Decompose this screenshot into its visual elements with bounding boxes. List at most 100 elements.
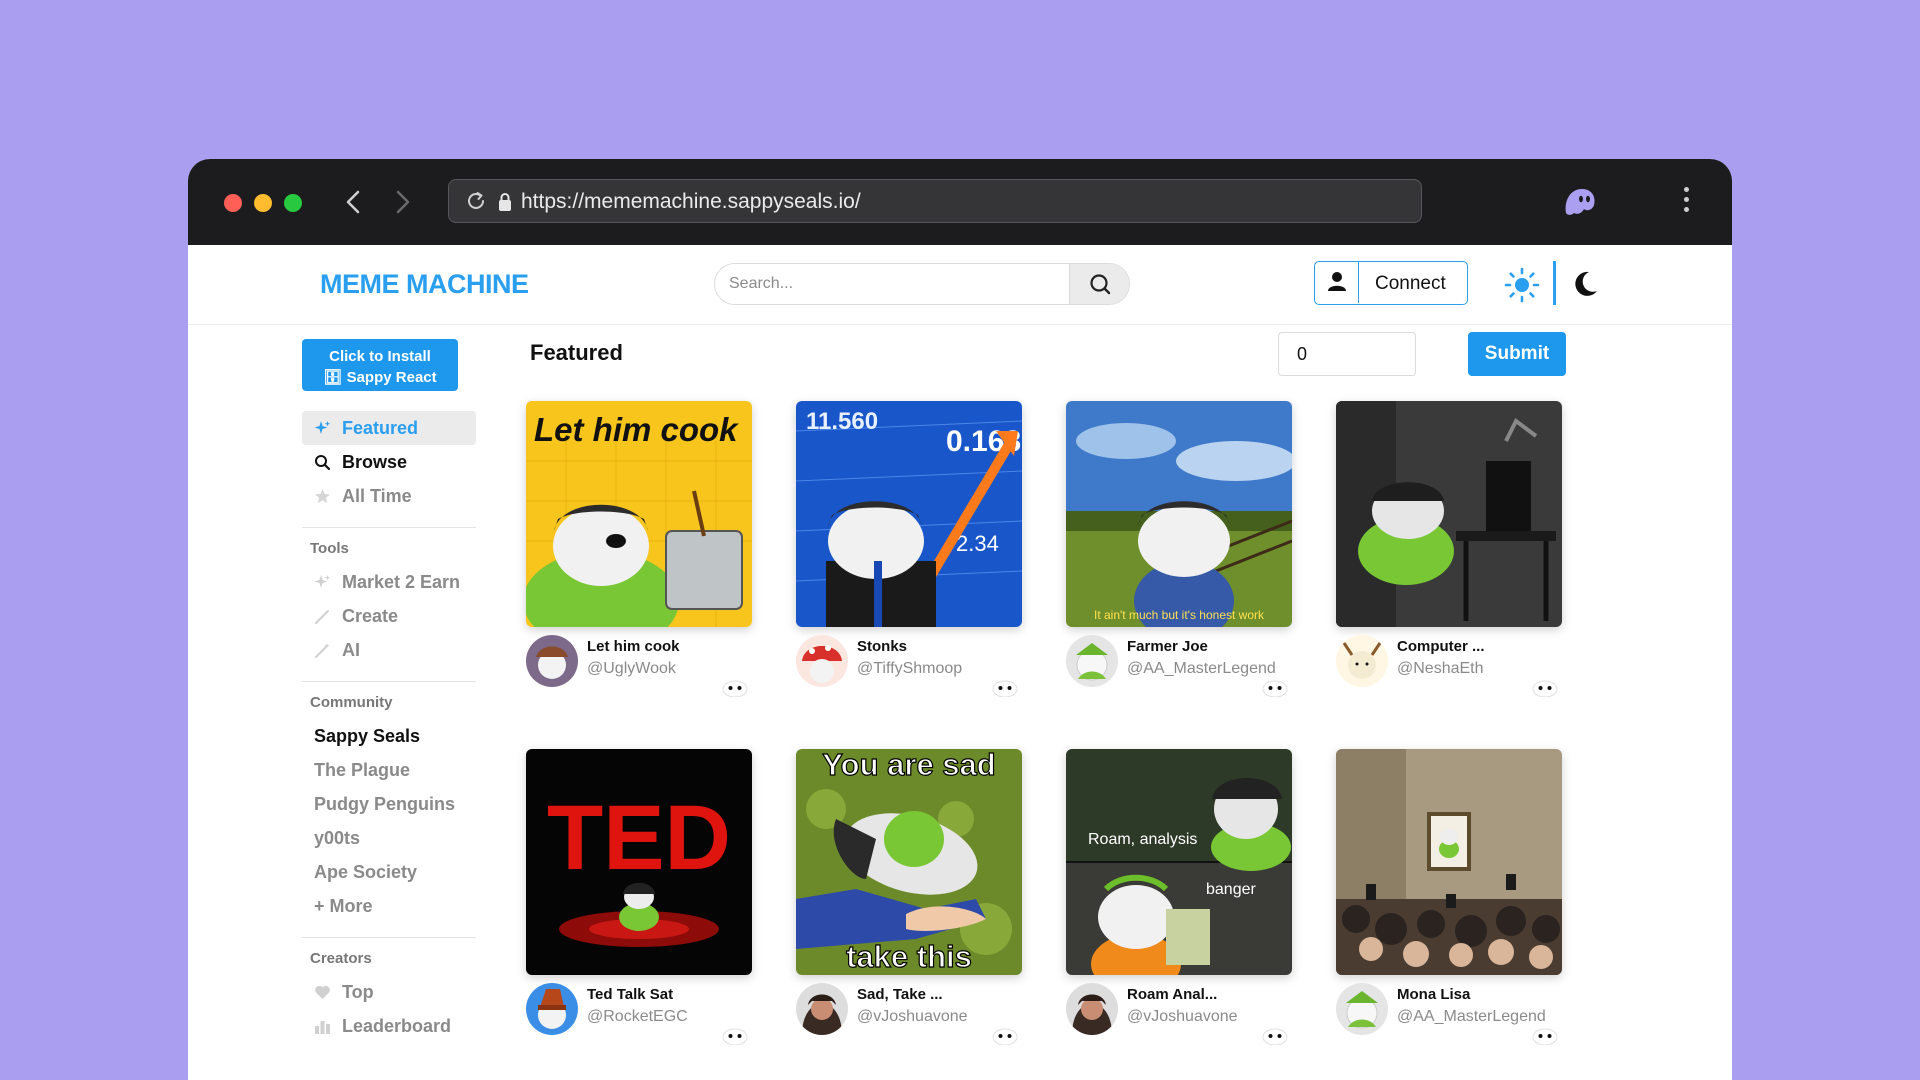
maximize-window-button[interactable] [284,194,302,212]
meme-card[interactable]: It ain't much but it's honest work Farme… [1066,401,1292,701]
community-y00ts[interactable]: y00ts [302,821,476,855]
seal-react-icon[interactable] [1262,1027,1288,1045]
nav-ai[interactable]: AI [302,633,476,667]
meme-thumbnail[interactable]: Roam, analysis banger [1066,749,1292,975]
sparkle-icon [314,575,331,588]
card-title[interactable]: Ted Talk Sat [587,986,673,1003]
search-input[interactable] [715,264,1069,304]
seal-react-icon[interactable] [992,1027,1018,1045]
lock-icon [499,193,511,211]
meme-caption-bottom: take this [846,939,972,974]
nav-browse-label: Browse [342,452,408,472]
sparkle-icon [314,421,331,434]
meme-thumbnail[interactable]: TED [526,749,752,975]
avatar[interactable] [796,635,848,687]
nav-featured[interactable]: Featured [302,411,476,445]
card-handle[interactable]: @AA_MasterLegend [1127,660,1276,678]
avatar[interactable] [1066,983,1118,1035]
community-pudgy-penguins[interactable]: Pudgy Penguins [302,787,476,821]
star-icon [315,489,330,504]
meme-caption: 11.560 [806,408,878,435]
seal-react-icon[interactable] [1262,679,1288,697]
community-the-plague[interactable]: The Plague [302,753,476,787]
avatar[interactable] [526,983,578,1035]
meme-thumbnail[interactable]: You are sad take this [796,749,1022,975]
nav-browse[interactable]: Browse [302,445,476,479]
install-line-1: Click to Install [329,348,431,365]
minimize-window-button[interactable] [254,194,272,212]
browser-window: https://mememachine.sappyseals.io/ MEME … [188,159,1732,1080]
avatar[interactable] [796,983,848,1035]
connect-button[interactable]: Connect [1314,261,1468,305]
card-title[interactable]: Roam Anal... [1127,986,1217,1003]
avatar[interactable] [1336,983,1388,1035]
nav-market-2-earn-label: Market 2 Earn [342,572,461,592]
meme-thumbnail[interactable]: It ain't much but it's honest work [1066,401,1292,627]
back-arrow-icon[interactable] [338,186,370,218]
avatar[interactable] [526,635,578,687]
card-handle[interactable]: @vJoshuavone [1127,1008,1238,1026]
bar-chart-icon [315,1021,330,1034]
light-mode-sun-icon[interactable] [1504,267,1540,303]
card-title[interactable]: Farmer Joe [1127,638,1208,655]
nav-all-time[interactable]: All Time [302,479,476,513]
card-title[interactable]: Let him cook [587,638,680,655]
close-window-button[interactable] [224,194,242,212]
nav-create[interactable]: Create [302,599,476,633]
meme-card[interactable]: Roam, analysis banger Roam Anal... @vJos… [1066,749,1292,1049]
address-bar[interactable]: https://mememachine.sappyseals.io/ [448,179,1422,223]
reload-icon[interactable] [463,188,489,214]
seal-react-icon[interactable] [722,679,748,697]
card-handle[interactable]: @AA_MasterLegend [1397,1008,1546,1026]
card-handle[interactable]: @UglyWook [587,660,676,678]
page-title: Featured [530,340,623,365]
meme-thumbnail[interactable]: 11.560 0.168 2.34 [796,401,1022,627]
theme-divider [1553,261,1556,305]
card-handle[interactable]: @vJoshuavone [857,1008,968,1026]
seal-react-icon[interactable] [722,1027,748,1045]
divider [302,937,476,938]
card-handle[interactable]: @RocketEGC [587,1008,688,1026]
seal-react-icon[interactable] [1532,1027,1558,1045]
card-title[interactable]: Computer ... [1397,638,1485,655]
community-more[interactable]: + More [302,889,476,923]
meme-card[interactable]: TED Ted Talk Sat @RocketEGC [526,749,752,1049]
seal-react-icon[interactable] [992,679,1018,697]
meme-card[interactable]: Let him cook Let him cook @UglyWook [526,401,752,701]
heart-icon [315,985,330,999]
meme-caption-2: banger [1206,881,1256,898]
card-title[interactable]: Mona Lisa [1397,986,1470,1003]
community-ape-society[interactable]: Ape Society [302,855,476,889]
card-handle[interactable]: @TiffyShmoop [857,660,962,678]
card-title[interactable]: Stonks [857,638,907,655]
avatar[interactable] [1066,635,1118,687]
meme-card[interactable]: Mona Lisa @AA_MasterLegend [1336,749,1562,1049]
nav-top[interactable]: Top [302,975,476,1009]
seal-react-icon[interactable] [1532,679,1558,697]
main-nav: Featured Browse All Time [302,411,476,513]
more-options-icon[interactable] [1682,187,1690,217]
meme-card[interactable]: You are sad take this Sad, Take ... @vJo… [796,749,1022,1049]
site-logo[interactable]: MEME MACHINE [320,269,529,300]
search-button[interactable] [1069,264,1129,304]
ghost-extension-icon[interactable] [1560,181,1600,221]
number-input[interactable] [1278,332,1416,376]
submit-button[interactable]: Submit [1468,332,1566,376]
meme-thumbnail[interactable]: Let him cook [526,401,752,627]
meme-card[interactable]: 11.560 0.168 2.34 Stonks @TiffyShmoop [796,401,1022,701]
nav-market-2-earn[interactable]: Market 2 Earn [302,565,476,599]
avatar[interactable] [1336,635,1388,687]
nav-leaderboard[interactable]: Leaderboard [302,1009,476,1043]
card-title[interactable]: Sad, Take ... [857,986,943,1003]
meme-caption: Let him cook [534,411,739,448]
meme-thumbnail[interactable] [1336,401,1562,627]
card-handle[interactable]: @NeshaEth [1397,660,1484,678]
install-sappy-react-button[interactable]: Click to Install 🗄 Sappy React [302,339,458,391]
forward-arrow-icon[interactable] [386,186,418,218]
meme-card[interactable]: Computer ... @NeshaEth [1336,401,1562,701]
install-line-2: 🗄 Sappy React [323,369,437,386]
meme-thumbnail[interactable] [1336,749,1562,975]
dark-mode-moon-icon[interactable] [1570,269,1600,299]
community-sappy-seals[interactable]: Sappy Seals [302,719,476,753]
nav-leaderboard-label: Leaderboard [342,1016,452,1036]
